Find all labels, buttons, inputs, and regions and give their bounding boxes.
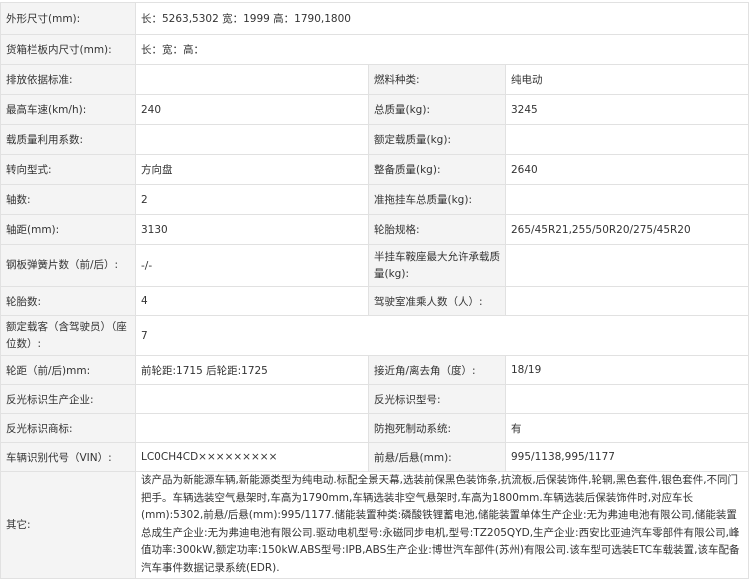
- reflector-brand-label: 反光标识商标:: [0, 413, 136, 443]
- abs-label: 防抱死制动系统:: [368, 413, 506, 443]
- saddle-load-value: [505, 244, 749, 287]
- tire-spec-value: 265/45R21,255/50R20/275/45R20: [505, 214, 749, 245]
- table-row: 轮胎数: 4 驾驶室准乘人数（人）:: [0, 286, 749, 316]
- table-row: 货箱栏板内尺寸(mm): 长：宽：高：: [0, 34, 749, 65]
- reflector-maker-label: 反光标识生产企业:: [0, 384, 136, 414]
- axle-count-value: 2: [135, 184, 369, 215]
- dimensions-label: 外形尺寸(mm):: [0, 2, 136, 35]
- reflector-brand-value: [135, 413, 369, 443]
- cab-capacity-label: 驾驶室准乘人数（人）:: [368, 286, 506, 316]
- vin-value: LC0CH4CD×××××××××: [135, 442, 369, 472]
- tire-spec-label: 轮胎规格:: [368, 214, 506, 245]
- approach-departure-angle-value: 18/19: [505, 355, 749, 385]
- table-row: 额定载客（含驾驶员）（座位数）: 7: [0, 315, 749, 356]
- steering-type-label: 转向型式:: [0, 154, 136, 185]
- table-row: 最高车速(km/h): 240 总质量(kg): 3245: [0, 94, 749, 125]
- vin-label: 车辆识别代号（VIN）:: [0, 442, 136, 472]
- load-utilization-value: [135, 124, 369, 155]
- curb-mass-value: 2640: [505, 154, 749, 185]
- fuel-type-label: 燃料种类:: [368, 64, 506, 95]
- gross-mass-label: 总质量(kg):: [368, 94, 506, 125]
- max-speed-value: 240: [135, 94, 369, 125]
- approach-departure-angle-label: 接近角/离去角（度）:: [368, 355, 506, 385]
- track-width-value: 前轮距:1715 后轮距:1725: [135, 355, 369, 385]
- track-width-label: 轮距（前/后)mm:: [0, 355, 136, 385]
- spec-table: 外形尺寸(mm): 长：5263,5302 宽：1999 高：1790,1800…: [0, 2, 749, 579]
- saddle-load-label: 半挂车鞍座最大允许承载质量(kg):: [368, 244, 506, 287]
- trailer-mass-value: [505, 184, 749, 215]
- reflector-model-label: 反光标识型号:: [368, 384, 506, 414]
- cargo-box-dimensions-value: 长：宽：高：: [135, 34, 749, 65]
- leaf-spring-label: 钢板弹簧片数（前/后）:: [0, 244, 136, 287]
- dimensions-value: 长：5263,5302 宽：1999 高：1790,1800: [135, 2, 749, 35]
- seating-capacity-value: 7: [135, 315, 749, 356]
- table-row: 轴距(mm): 3130 轮胎规格: 265/45R21,255/50R20/2…: [0, 214, 749, 245]
- table-row: 排放依据标准: 燃料种类: 纯电动: [0, 64, 749, 95]
- overhang-value: 995/1138,995/1177: [505, 442, 749, 472]
- leaf-spring-value: -/-: [135, 244, 369, 287]
- table-row: 钢板弹簧片数（前/后）: -/- 半挂车鞍座最大允许承载质量(kg):: [0, 244, 749, 287]
- reflector-maker-value: [135, 384, 369, 414]
- wheelbase-value: 3130: [135, 214, 369, 245]
- curb-mass-label: 整备质量(kg):: [368, 154, 506, 185]
- load-utilization-label: 载质量利用系数:: [0, 124, 136, 155]
- table-row: 转向型式: 方向盘 整备质量(kg): 2640: [0, 154, 749, 185]
- table-row: 反光标识商标: 防抱死制动系统: 有: [0, 413, 749, 443]
- gross-mass-value: 3245: [505, 94, 749, 125]
- max-speed-label: 最高车速(km/h):: [0, 94, 136, 125]
- overhang-label: 前悬/后悬(mm):: [368, 442, 506, 472]
- table-row: 轴数: 2 准拖挂车总质量(kg):: [0, 184, 749, 215]
- reflector-model-value: [505, 384, 749, 414]
- tire-count-value: 4: [135, 286, 369, 316]
- cab-capacity-value: [505, 286, 749, 316]
- other-label: 其它:: [0, 471, 136, 579]
- other-value: 该产品为新能源车辆,新能源类型为纯电动.标配全景天幕,选装前保黑色装饰条,抗流板…: [135, 471, 749, 579]
- cargo-box-dimensions-label: 货箱栏板内尺寸(mm):: [0, 34, 136, 65]
- steering-type-value: 方向盘: [135, 154, 369, 185]
- trailer-mass-label: 准拖挂车总质量(kg):: [368, 184, 506, 215]
- table-row: 外形尺寸(mm): 长：5263,5302 宽：1999 高：1790,1800: [0, 2, 749, 35]
- abs-value: 有: [505, 413, 749, 443]
- rated-load-label: 额定载质量(kg):: [368, 124, 506, 155]
- seating-capacity-label: 额定载客（含驾驶员）（座位数）:: [0, 315, 136, 356]
- emission-standard-label: 排放依据标准:: [0, 64, 136, 95]
- wheelbase-label: 轴距(mm):: [0, 214, 136, 245]
- table-row: 车辆识别代号（VIN）: LC0CH4CD××××××××× 前悬/后悬(mm)…: [0, 442, 749, 472]
- tire-count-label: 轮胎数:: [0, 286, 136, 316]
- table-row: 轮距（前/后)mm: 前轮距:1715 后轮距:1725 接近角/离去角（度）:…: [0, 355, 749, 385]
- axle-count-label: 轴数:: [0, 184, 136, 215]
- table-row: 反光标识生产企业: 反光标识型号:: [0, 384, 749, 414]
- emission-standard-value: [135, 64, 369, 95]
- rated-load-value: [505, 124, 749, 155]
- fuel-type-value: 纯电动: [505, 64, 749, 95]
- table-row: 载质量利用系数: 额定载质量(kg):: [0, 124, 749, 155]
- table-row: 其它: 该产品为新能源车辆,新能源类型为纯电动.标配全景天幕,选装前保黑色装饰条…: [0, 471, 749, 579]
